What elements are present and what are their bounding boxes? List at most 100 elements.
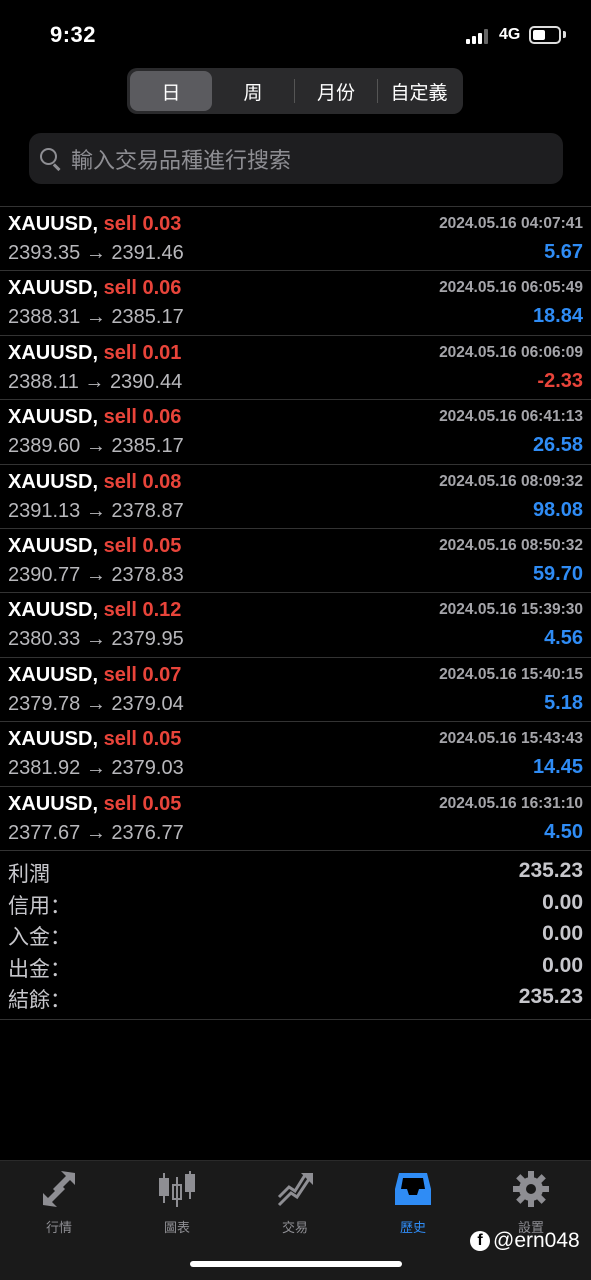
open-price: 2388.31: [8, 306, 81, 329]
trade-row[interactable]: XAUUSD, sell 0.05 2377.67 → 2376.77 2024.0…: [0, 787, 591, 851]
tab-chart[interactable]: 圖表: [118, 1169, 236, 1239]
trade-prices: 2388.31 → 2385.17: [8, 306, 184, 329]
close-price: 2378.83: [111, 563, 184, 586]
trade-side: sell 0.06: [103, 277, 182, 300]
trade-row[interactable]: XAUUSD, sell 0.07 2379.78 → 2379.04 2024.0…: [0, 658, 591, 723]
status-bar: 9:32 4G: [0, 0, 591, 66]
trade-symbol: XAUUSD, sell 0.08: [8, 471, 181, 494]
arrow-glyph: →: [85, 435, 106, 458]
tab-month[interactable]: 月份: [295, 71, 377, 111]
search-placeholder: 輸入交易品種進行搜索: [71, 147, 292, 173]
tab-trade[interactable]: 交易: [236, 1169, 354, 1239]
trade-time: 2024.05.16 06:06:09: [439, 343, 583, 361]
symbol-name: XAUUSD,: [8, 534, 99, 557]
tab-custom[interactable]: 自定義: [378, 71, 460, 111]
trade-profit: 26.58: [532, 434, 583, 457]
open-price: 2377.67: [8, 821, 81, 844]
trade-row[interactable]: XAUUSD, sell 0.03 2393.35 → 2391.46 2024.0…: [0, 207, 591, 272]
trade-history-list: XAUUSD, sell 0.03 2393.35 → 2391.46 2024.0…: [0, 206, 591, 851]
inbox-icon: [393, 1169, 433, 1209]
open-price: 2379.78: [8, 692, 81, 715]
trade-row[interactable]: XAUUSD, sell 0.08 2391.13 → 2378.87 2024.0…: [0, 465, 591, 529]
tab-week[interactable]: 周: [212, 71, 294, 111]
tab-label: 行情: [45, 1220, 72, 1235]
trade-row[interactable]: XAUUSD, sell 0.06 2389.60 → 2385.17 2024.0…: [0, 400, 591, 465]
summary-value: 0.00: [542, 890, 583, 914]
trade-time: 2024.05.16 15:43:43: [439, 730, 583, 748]
summary-row: 利潤 235.23: [0, 856, 591, 888]
trade-row[interactable]: XAUUSD, sell 0.05 2390.77 → 2378.83 2024.0…: [0, 529, 591, 594]
summary-row: 入金： 0.00: [0, 919, 591, 951]
trade-profit: 59.70: [532, 562, 583, 585]
battery-icon: [529, 26, 561, 44]
search-icon: [39, 147, 63, 171]
arrow-glyph: →: [85, 499, 106, 522]
summary-value: 235.23: [518, 985, 583, 1008]
tab-history[interactable]: 歷史: [354, 1169, 472, 1239]
symbol-name: XAUUSD,: [8, 277, 99, 300]
close-price: 2378.87: [111, 499, 184, 522]
trade-profit: 4.56: [544, 627, 583, 650]
summary-label: 結餘：: [8, 989, 71, 1012]
trade-side: sell 0.08: [103, 470, 182, 493]
trade-profit: 14.45: [532, 756, 583, 779]
tab-quotes[interactable]: 行情: [0, 1169, 118, 1239]
watermark-text: @ern048: [493, 1229, 580, 1252]
open-price: 2393.35: [8, 242, 81, 264]
trade-side: sell 0.05: [103, 792, 182, 815]
trade-profit: 98.08: [532, 498, 583, 521]
trade-prices: 2390.77 → 2378.83: [8, 564, 184, 587]
close-price: 2379.04: [111, 692, 184, 715]
trade-row[interactable]: XAUUSD, sell 0.12 2380.33 → 2379.95 2024.0…: [0, 593, 591, 658]
summary-value: 235.23: [518, 859, 583, 882]
arrow-glyph: →: [85, 306, 106, 329]
open-price: 2388.11: [8, 370, 79, 393]
signal-icon: [466, 28, 492, 44]
arrow-glyph: →: [85, 628, 106, 651]
search-input[interactable]: 輸入交易品種進行搜索: [29, 133, 563, 184]
trade-prices: 2381.92 → 2379.03: [8, 757, 184, 780]
trade-side: sell 0.12: [103, 599, 182, 622]
divider: [0, 1019, 591, 1020]
trade-profit: 18.84: [532, 305, 583, 328]
trade-time: 2024.05.16 15:39:30: [439, 601, 583, 619]
open-price: 2390.77: [8, 563, 81, 586]
network-type: 4G: [499, 26, 521, 43]
trade-prices: 2391.13 → 2378.87: [8, 500, 184, 523]
trade-profit: 5.67: [544, 241, 583, 263]
tab-day[interactable]: 日: [130, 71, 212, 111]
arrow-glyph: →: [85, 563, 106, 586]
trade-side: sell 0.05: [103, 534, 182, 557]
trade-side: sell 0.06: [103, 406, 182, 429]
trade-time: 2024.05.16 16:31:10: [439, 794, 583, 812]
trade-symbol: XAUUSD, sell 0.03: [8, 213, 181, 236]
open-price: 2380.33: [8, 628, 81, 651]
trade-row[interactable]: XAUUSD, sell 0.05 2381.92 → 2379.03 2024.0…: [0, 722, 591, 787]
symbol-name: XAUUSD,: [8, 663, 99, 686]
symbol-name: XAUUSD,: [8, 728, 99, 751]
open-price: 2389.60: [8, 435, 81, 458]
home-indicator[interactable]: [190, 1261, 402, 1267]
trade-symbol: XAUUSD, sell 0.05: [8, 535, 181, 558]
close-price: 2379.95: [111, 628, 184, 651]
arrow-glyph: →: [85, 692, 106, 715]
trade-profit: 5.18: [544, 691, 583, 714]
summary-row: 信用： 0.00: [0, 888, 591, 920]
trade-profit: -2.33: [537, 369, 583, 392]
trade-prices: 2377.67 → 2376.77: [8, 822, 184, 845]
open-price: 2381.92: [8, 757, 81, 780]
summary-section: 利潤 235.23 信用： 0.00 入金： 0.00 出金： 0.00 結餘： 235.23: [0, 856, 591, 1014]
close-price: 2379.03: [111, 757, 184, 780]
summary-label: 信用：: [8, 894, 71, 918]
tab-label: 圖表: [163, 1220, 190, 1235]
close-price: 2385.17: [111, 435, 184, 458]
trade-row[interactable]: XAUUSD, sell 0.01 2388.11 → 2390.44 2024.0…: [0, 336, 591, 401]
trade-side: sell 0.01: [103, 341, 182, 364]
gear-icon: [511, 1169, 551, 1209]
summary-value: 0.00: [542, 953, 583, 977]
symbol-name: XAUUSD,: [8, 470, 99, 493]
trade-time: 2024.05.16 06:05:49: [439, 279, 583, 297]
trade-row[interactable]: XAUUSD, sell 0.06 2388.31 → 2385.17 2024.0…: [0, 271, 591, 336]
summary-row: 結餘： 235.23: [0, 982, 591, 1014]
symbol-name: XAUUSD,: [8, 213, 99, 235]
